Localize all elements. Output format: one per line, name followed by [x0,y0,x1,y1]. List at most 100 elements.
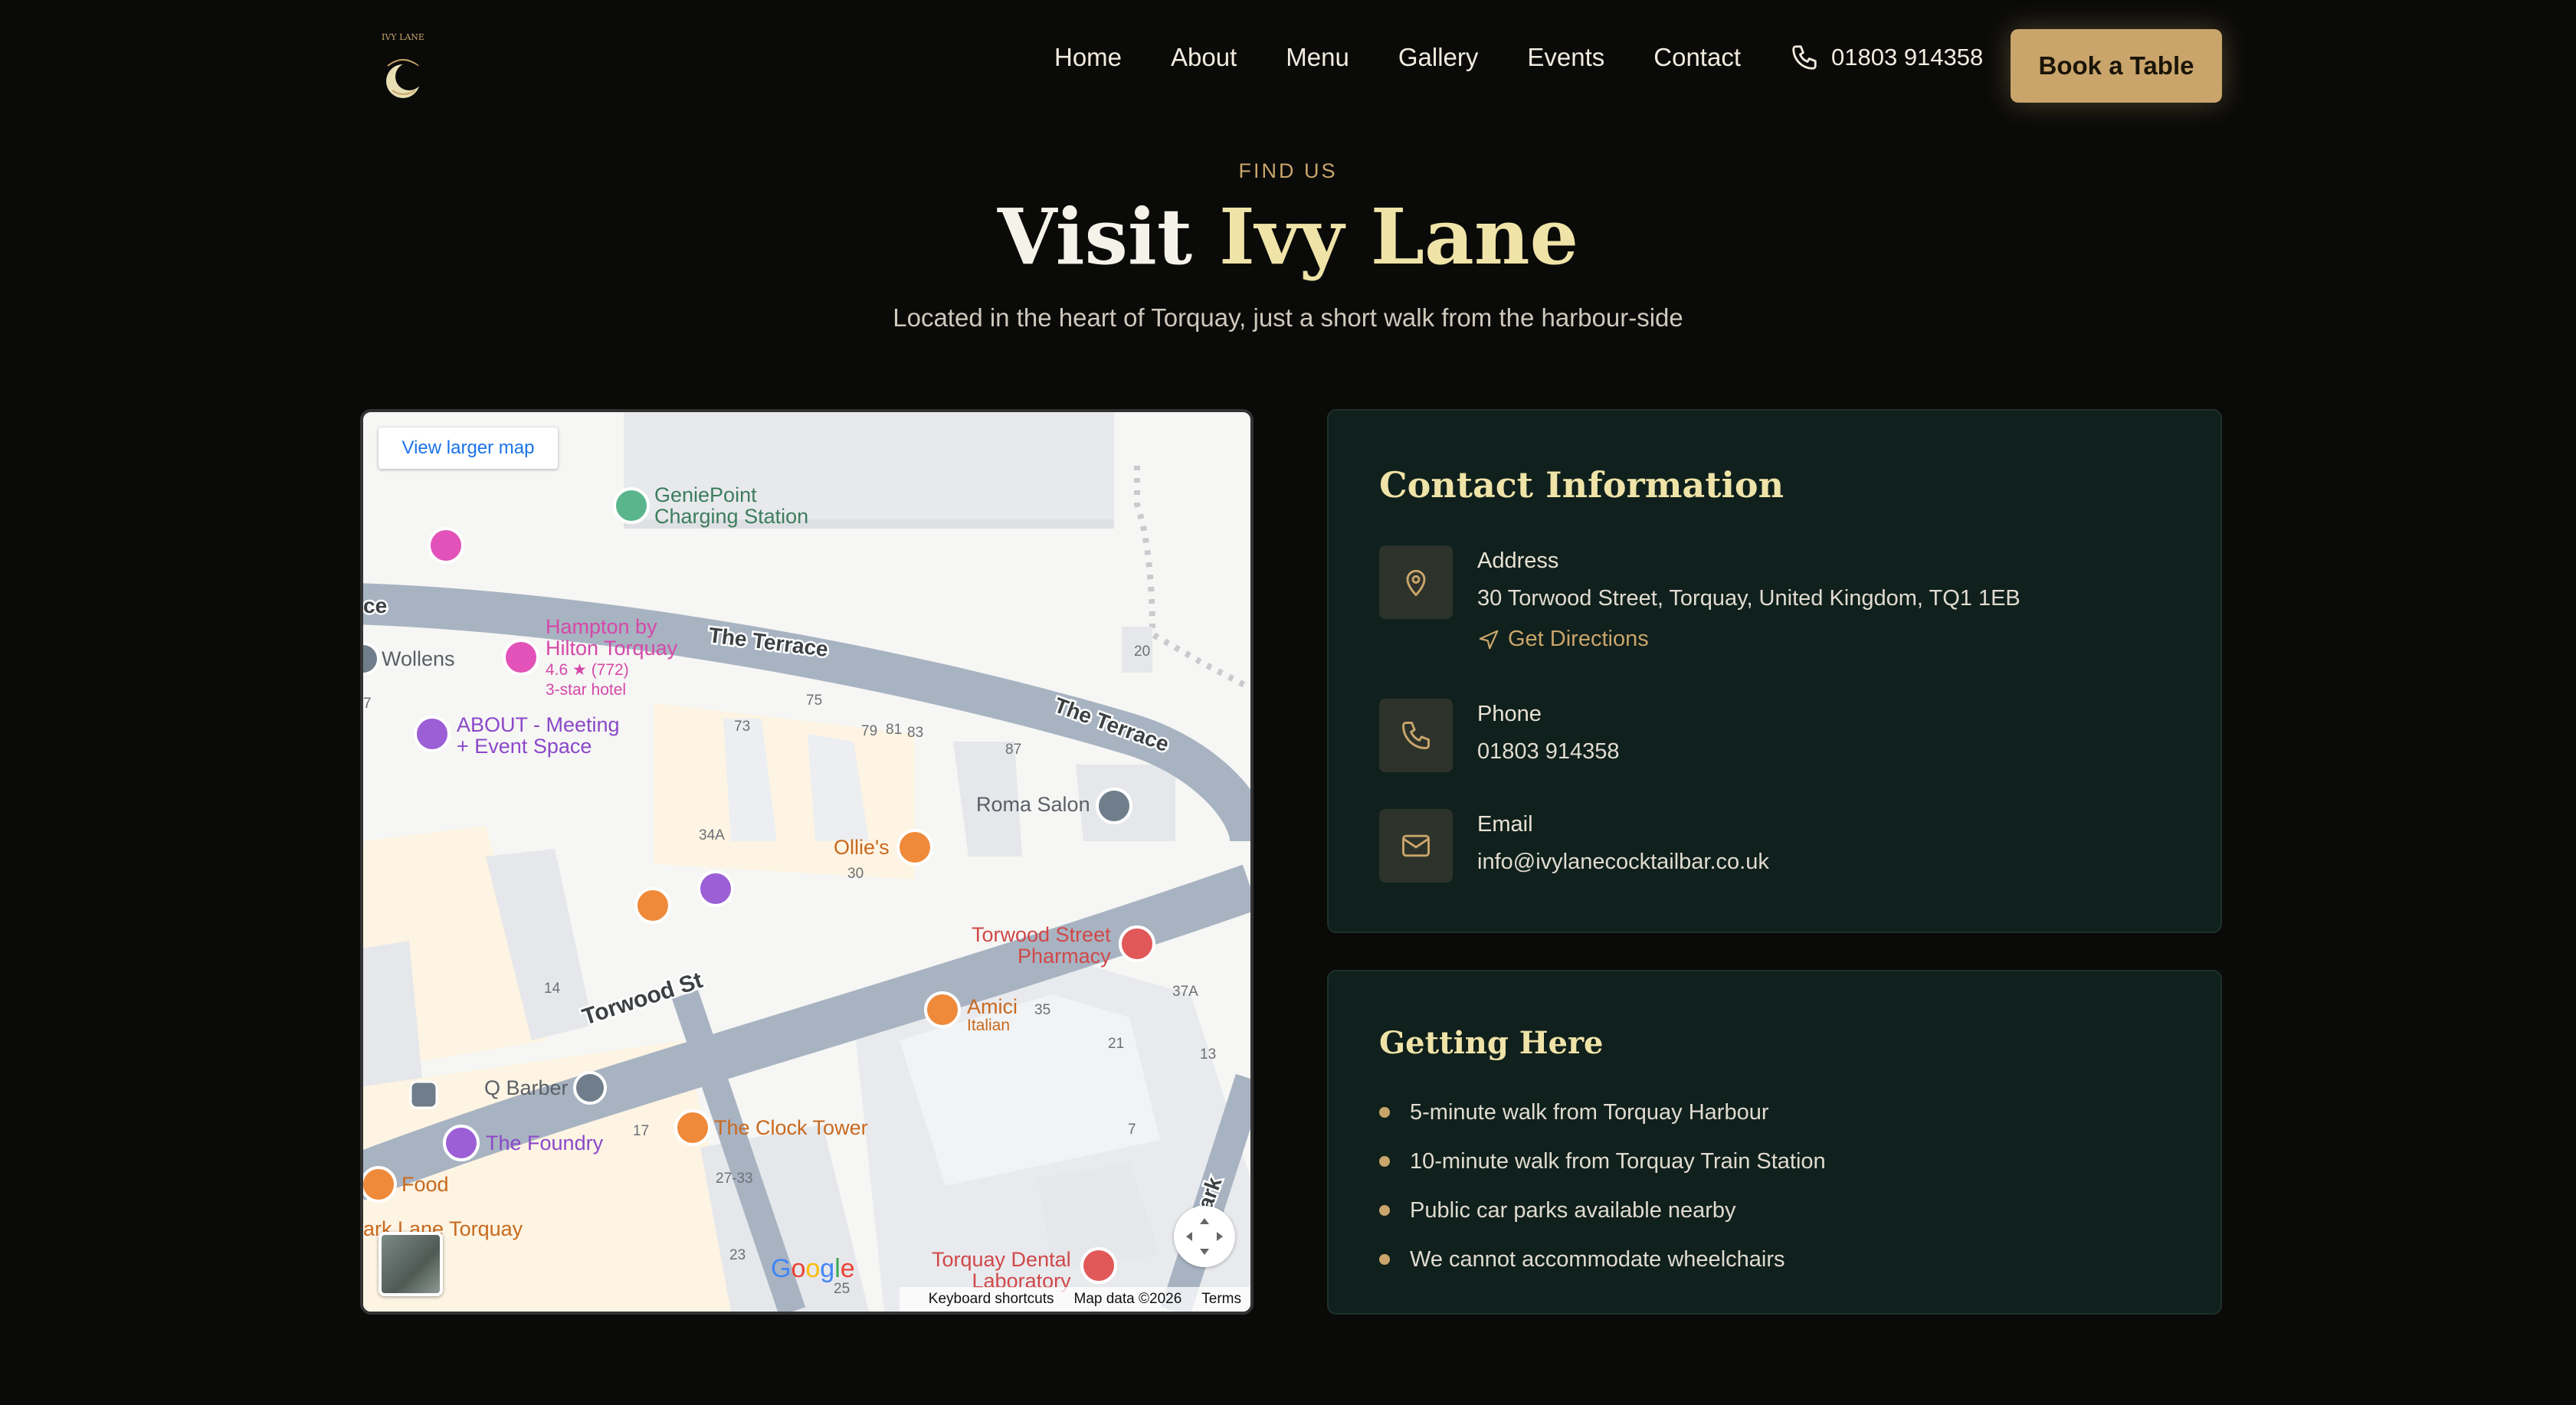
place-label-hampton-class: 3-star hotel [546,681,627,699]
logo[interactable]: IVY LANE [374,28,432,104]
house-number: 23 [729,1247,746,1263]
place-label-roma-salon[interactable]: Roma Salon [976,794,1090,816]
place-label-hampton[interactable]: Hampton by Hilton Torquay [546,616,677,660]
house-number: 21 [1108,1036,1124,1052]
place-label-dental[interactable]: Torquay Dental Laboratory [932,1249,1071,1292]
dental-pin-icon [1080,1247,1117,1284]
place-label-foundry[interactable]: The Foundry [486,1132,603,1154]
get-directions-link[interactable]: Get Directions [1477,627,2020,652]
list-item: 10-minute walk from Torquay Train Statio… [1379,1137,1826,1186]
book-table-button[interactable]: Book a Table [2011,29,2222,103]
restaurant-pin-icon [924,991,961,1028]
email-row: Email info@ivylanecocktailbar.co.uk [1379,809,1769,883]
phone-icon-box [1379,699,1453,772]
map-canvas[interactable]: The Terrace The Terrace Torwood St Park … [363,412,1250,1312]
keyboard-shortcuts-link[interactable]: Keyboard shortcuts [929,1291,1054,1308]
phone-value[interactable]: 01803 914358 [1477,739,1619,765]
house-number: 83 [907,725,923,741]
embedded-map[interactable]: The Terrace The Terrace Torwood St Park … [360,409,1254,1315]
view-larger-map-link[interactable]: View larger map [379,427,558,469]
address-label: Address [1477,549,1559,573]
house-number: 75 [806,693,822,709]
getting-here-list: 5-minute walk from Torquay Harbour 10-mi… [1379,1088,1826,1284]
address-row: Address 30 Torwood Street, Torquay, Unit… [1379,545,2020,652]
house-number: 81 [886,722,902,738]
salon-pin-icon [1096,788,1132,824]
restaurant-pin-icon [896,829,933,866]
logo-text: IVY LANE [382,32,424,42]
nav-contact[interactable]: Contact [1653,43,1741,72]
nav-about[interactable]: About [1171,43,1237,72]
house-number: 7 [1128,1122,1136,1138]
house-number: 73 [734,719,750,735]
getting-here-card: Getting Here 5-minute walk from Torquay … [1327,970,2222,1315]
contact-info-card: Contact Information Address 30 Torwood S… [1327,409,2222,933]
place-label-wollens[interactable]: Wollens [382,648,455,670]
section-eyebrow: FIND US [1238,159,1338,182]
address-icon-box [1379,545,1453,619]
contact-card-title: Contact Information [1379,464,1785,506]
hotel-pin-icon [428,527,464,564]
fullscreen-button[interactable] [1174,1206,1235,1267]
cafe-pin-icon [363,1166,397,1203]
place-label-ollies[interactable]: Ollie's [834,837,890,859]
main-nav: Home About Menu Gallery Events Contact 0… [1054,43,1983,72]
moon-logo-icon: IVY LANE [382,32,424,98]
page-title-plain: Visit [997,192,1193,282]
pharmacy-pin-icon [1119,925,1155,962]
nav-gallery[interactable]: Gallery [1398,43,1479,72]
place-label-about[interactable]: ABOUT - Meeting + Event Space [457,714,620,758]
house-number: 87 [1005,742,1021,758]
nav-home[interactable]: Home [1054,43,1122,72]
place-label-q-barber[interactable]: Q Barber [484,1077,569,1099]
place-label-geniepoint[interactable]: GeniePoint Charging Station [654,484,808,528]
email-icon-box [1379,809,1453,883]
street-label-left-edge: ce [363,594,387,617]
place-label-clock-tower[interactable]: The Clock Tower [714,1117,868,1139]
nav-menu[interactable]: Menu [1286,43,1349,72]
get-directions-label: Get Directions [1508,627,1649,651]
mail-icon [1402,834,1430,857]
nav-phone-number: 01803 914358 [1831,44,1984,70]
list-item: Public car parks available nearby [1379,1186,1826,1235]
event-space-pin-icon [414,716,451,752]
email-value[interactable]: info@ivylanecocktailbar.co.uk [1477,850,1769,875]
bus-stop-icon [409,1080,438,1109]
place-pin-icon [363,642,380,676]
move-arrows-icon [1186,1218,1223,1255]
place-label-hampton-rating: 4.6 ★ (772) [546,661,629,679]
place-label-food[interactable]: Food [401,1174,449,1196]
google-logo: Google [771,1254,855,1283]
house-number: 34A [699,827,725,843]
cocktail-bar-pin-icon [674,1109,711,1146]
map-pin-icon [1406,569,1426,597]
place-label-amici-type: Italian [967,1017,1011,1034]
house-number: 17 [633,1123,649,1139]
house-number: 7 [363,696,372,712]
address-value: 30 Torwood Street, Torquay, United Kingd… [1477,586,2020,611]
phone-label: Phone [1477,702,1542,726]
street-view-thumbnail[interactable] [379,1232,443,1296]
house-number: 35 [1034,1002,1050,1018]
house-number: 30 [847,866,864,882]
map-data-credit: Map data ©2026 [1073,1291,1182,1307]
site-header: IVY LANE Home About Menu Gallery Events … [0,0,2576,132]
navigation-arrow-icon [1479,630,1499,649]
house-number: 20 [1134,644,1150,660]
hotel-pin-icon [503,639,539,676]
nav-events[interactable]: Events [1527,43,1604,72]
entertainment-pin-icon [697,870,734,907]
cocktail-bar-pin-icon [634,887,671,924]
phone-row: Phone 01803 914358 [1379,699,1619,772]
terms-link[interactable]: Terms [1201,1291,1241,1308]
house-number: 13 [1200,1046,1216,1063]
nav-phone-link[interactable]: 01803 914358 [1790,43,1983,72]
place-label-pharmacy[interactable]: Torwood Street Pharmacy [972,924,1111,968]
page-title-accent: Ivy Lane [1218,192,1579,282]
map-footer: Keyboard shortcuts Map data ©2026 Terms [899,1287,1250,1312]
house-number: 79 [861,723,877,739]
place-label-amici[interactable]: Amici [967,996,1018,1018]
email-label: Email [1477,812,1533,837]
barber-pin-icon [573,1071,607,1105]
phone-icon [1402,722,1430,749]
